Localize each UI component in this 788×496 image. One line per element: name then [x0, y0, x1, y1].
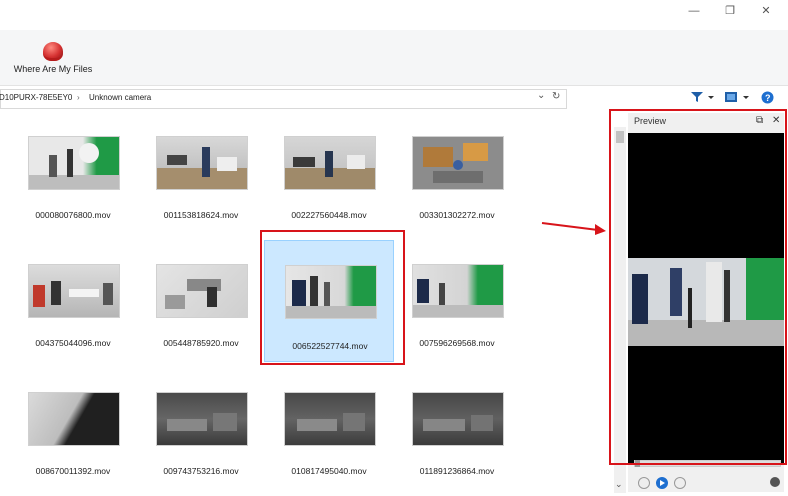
video-thumbnail: [412, 264, 504, 318]
file-tile[interactable]: 004375044096.mov: [0, 240, 136, 356]
file-name: 009743753216.mov: [163, 466, 239, 476]
restore-button[interactable]: ❐: [718, 3, 742, 19]
arrow-icon: [541, 222, 606, 235]
restore-icon: ❐: [725, 5, 735, 17]
help-icon: ?: [761, 91, 774, 104]
view-icon: [725, 92, 749, 102]
file-tile[interactable]: 011891236864.mov: [384, 368, 520, 484]
minimize-button[interactable]: —: [682, 3, 706, 19]
preview-highlight: [609, 109, 787, 465]
file-name: 004375044096.mov: [35, 338, 111, 348]
video-thumbnail: [28, 264, 120, 318]
video-thumbnail: [284, 136, 376, 190]
breadcrumb-device[interactable]: D10PURX-78E5EY0: [0, 93, 72, 102]
file-name: 000080076800.mov: [35, 210, 111, 220]
file-tile[interactable]: 001153818624.mov: [128, 112, 264, 228]
play-icon: [660, 480, 665, 486]
view-mode-button[interactable]: [724, 91, 750, 106]
file-tile[interactable]: 000080076800.mov: [0, 112, 136, 228]
prev-button[interactable]: [638, 477, 650, 489]
svg-text:?: ?: [765, 93, 771, 103]
selected-file-highlight: [260, 230, 405, 365]
tool-label: Where Are My Files: [13, 64, 93, 74]
red-button-icon: [43, 42, 63, 61]
ribbon: Where Are My Files: [0, 30, 788, 86]
help-button[interactable]: ?: [761, 91, 774, 107]
close-icon: ✕: [761, 5, 771, 17]
video-thumbnail: [156, 136, 248, 190]
close-button[interactable]: ✕: [754, 3, 778, 19]
video-thumbnail: [156, 392, 248, 446]
minimize-icon: —: [688, 5, 700, 17]
filter-button[interactable]: [690, 91, 714, 106]
volume-icon[interactable]: [770, 477, 780, 487]
file-tile[interactable]: 003301302272.mov: [384, 112, 520, 228]
refresh-icon[interactable]: ↻: [552, 91, 560, 102]
file-tile[interactable]: 009743753216.mov: [128, 368, 264, 484]
file-name: 001153818624.mov: [163, 210, 239, 220]
address-dropdown-icon[interactable]: ⌄: [537, 90, 545, 101]
video-thumbnail: [28, 392, 120, 446]
video-thumbnail: [412, 392, 504, 446]
filter-icon: [691, 92, 714, 102]
address-bar[interactable]: D10PURX-78E5EY0 › Unknown camera ⌄ ↻: [0, 89, 567, 109]
file-tile[interactable]: 008670011392.mov: [0, 368, 136, 484]
file-name: 010817495040.mov: [291, 466, 367, 476]
file-name: 007596269568.mov: [419, 338, 495, 348]
file-name: 002227560448.mov: [291, 210, 367, 220]
scroll-down-icon[interactable]: ⌄: [615, 479, 623, 490]
file-name: 003301302272.mov: [419, 210, 495, 220]
breadcrumb-separator: ›: [77, 93, 80, 102]
video-thumbnail: [28, 136, 120, 190]
breadcrumb-folder[interactable]: Unknown camera: [89, 93, 151, 102]
file-name: 005448785920.mov: [163, 338, 239, 348]
where-are-my-files-button[interactable]: Where Are My Files: [8, 38, 98, 82]
play-button[interactable]: [656, 477, 668, 489]
video-thumbnail: [412, 136, 504, 190]
file-name: 011891236864.mov: [419, 466, 495, 476]
video-thumbnail: [284, 392, 376, 446]
file-tile[interactable]: 005448785920.mov: [128, 240, 264, 356]
file-name: 008670011392.mov: [35, 466, 111, 476]
title-bar: — ❐ ✕: [0, 0, 788, 30]
next-button[interactable]: [674, 477, 686, 489]
file-tile[interactable]: 002227560448.mov: [256, 112, 392, 228]
video-thumbnail: [156, 264, 248, 318]
file-tile[interactable]: 010817495040.mov: [256, 368, 392, 484]
